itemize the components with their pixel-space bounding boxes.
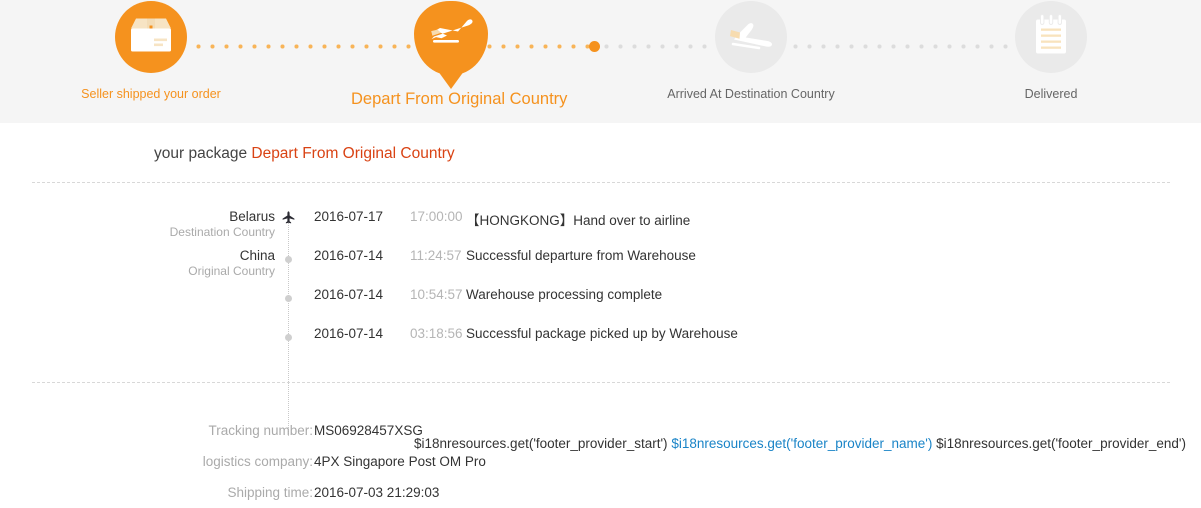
- timeline-row: Belarus Destination Country 2016-07-17 1…: [0, 208, 1201, 247]
- tracking-number-value[interactable]: MS06928457XSG: [314, 423, 423, 438]
- progress-step-arrived-destination[interactable]: Arrived At Destination Country: [651, 0, 851, 102]
- package-status-value: Depart From Original Country: [251, 145, 455, 162]
- logistics-company-value: 4PX Singapore Post OM Pro: [314, 454, 486, 469]
- timeline-time: 03:18:56: [410, 326, 463, 341]
- timeline-row: 2016-07-14 10:54:57 Warehouse processing…: [0, 286, 1201, 325]
- timeline-row: 2016-07-14 03:18:56 Successful package p…: [0, 325, 1201, 364]
- dot-icon: [285, 295, 292, 302]
- summary-row-logistics-company: logistics company: 4PX Singapore Post OM…: [0, 454, 1201, 485]
- airplane-takeoff-pin-icon: [427, 13, 475, 52]
- progress-current-position-dot: [589, 41, 600, 52]
- timeline-description: 【HONGKONG】Hand over to airline: [466, 213, 691, 228]
- timeline-country-block: Belarus Destination Country: [55, 208, 275, 240]
- timeline-time: 10:54:57: [410, 287, 463, 302]
- progress-step-2-pin: [414, 1, 488, 75]
- timeline-marker-dot: [282, 250, 295, 264]
- timeline-date: 2016-07-14: [314, 248, 384, 263]
- progress-step-4-label: Delivered: [1024, 87, 1078, 101]
- progress-step-1-label: Seller shipped your order: [81, 87, 221, 101]
- notepad-icon: [1031, 13, 1071, 62]
- shipment-summary: Tracking number: MS06928457XSG logistics…: [0, 423, 1201, 508]
- timeline-marker-airplane: [282, 211, 295, 225]
- tracking-detail-panel: your package Depart From Original Countr…: [0, 123, 1201, 508]
- divider-bottom: [32, 382, 1170, 383]
- summary-row-tracking-number: Tracking number: MS06928457XSG: [0, 423, 1201, 454]
- timeline-country-name: China: [239, 248, 275, 263]
- progress-step-3-label: Arrived At Destination Country: [667, 87, 835, 101]
- airplane-landing-icon: [727, 17, 775, 58]
- timeline-time: 17:00:00: [410, 209, 463, 224]
- timeline-description: Warehouse processing complete: [466, 287, 663, 302]
- shipping-time-value: 2016-07-03 21:29:03: [314, 485, 440, 500]
- progress-step-2-label: Depart From Original Country: [351, 90, 568, 108]
- divider-top: [32, 182, 1170, 183]
- timeline-country-block: China Original Country: [55, 247, 275, 279]
- progress-step-1-icon-wrap: [51, 0, 251, 82]
- timeline-date: 2016-07-14: [314, 326, 384, 341]
- timeline-country-type: Original Country: [188, 264, 275, 278]
- timeline-date: 2016-07-14: [314, 287, 384, 302]
- package-box-icon: [129, 16, 173, 59]
- shipping-time-label: Shipping time:: [227, 485, 313, 500]
- timeline-marker-dot: [282, 289, 295, 303]
- progress-step-1-circle: [115, 1, 187, 73]
- dot-icon: [285, 256, 292, 263]
- timeline-description: Successful package picked up by Warehous…: [466, 326, 738, 341]
- dot-icon: [285, 334, 292, 341]
- logistics-company-label: logistics company:: [202, 454, 313, 469]
- package-status-line: your package Depart From Original Countr…: [154, 145, 455, 163]
- progress-step-3-icon-wrap: [651, 0, 851, 82]
- package-status-prefix: your package: [154, 145, 252, 162]
- timeline-marker-dot: [282, 328, 295, 342]
- progress-step-2-icon-wrap: [351, 0, 551, 82]
- shipment-progress-tracker: Seller shipped your order Depart From Or…: [0, 0, 1201, 123]
- timeline-description: Successful departure from Warehouse: [466, 248, 696, 263]
- timeline-country-type: Destination Country: [169, 225, 275, 239]
- progress-step-4-circle: [1015, 1, 1087, 73]
- timeline-country-name: Belarus: [229, 209, 275, 224]
- timeline-time: 11:24:57: [410, 248, 462, 263]
- airplane-icon: [282, 211, 295, 228]
- timeline-row: China Original Country 2016-07-14 11:24:…: [0, 247, 1201, 286]
- timeline-date: 2016-07-17: [314, 209, 384, 224]
- progress-step-seller-shipped[interactable]: Seller shipped your order: [51, 0, 251, 102]
- progress-step-4-icon-wrap: [951, 0, 1151, 82]
- tracking-number-label: Tracking number:: [208, 423, 313, 438]
- progress-step-3-circle: [715, 1, 787, 73]
- progress-step-delivered[interactable]: Delivered: [951, 0, 1151, 102]
- progress-step-depart-origin[interactable]: Depart From Original Country: [351, 0, 568, 108]
- summary-row-shipping-time: Shipping time: 2016-07-03 21:29:03: [0, 485, 1201, 508]
